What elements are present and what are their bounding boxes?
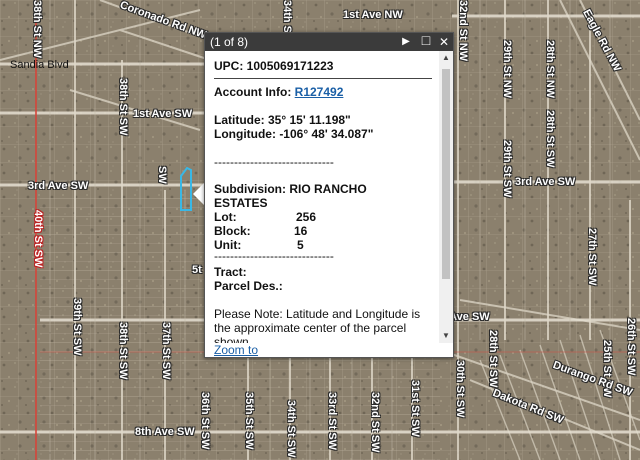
map-label-29th-st-sw: 29th St SW xyxy=(501,140,513,198)
popup-footer: Zoom to xyxy=(205,343,453,357)
popup-scrollbar[interactable]: ▲ ▼ xyxy=(439,51,453,343)
account-info-row: Account Info: R127492 xyxy=(214,85,343,99)
popup-title: (1 of 8) xyxy=(210,35,249,49)
tract-label: Tract: xyxy=(214,265,247,279)
map-label-33rd-st-sw: 33rd St SW xyxy=(326,392,338,451)
block-label: Block: xyxy=(214,224,251,238)
map-label-5th-fragment: 5t xyxy=(192,264,202,276)
map-label-34th-st-sw: 34th St SW xyxy=(285,400,297,458)
separator-text: ------------------------------ xyxy=(214,155,334,169)
scrollbar-thumb[interactable] xyxy=(442,69,450,279)
note-text: Please Note: Latitude and Longitude is xyxy=(214,307,421,321)
zoom-to-link[interactable]: Zoom to xyxy=(214,343,258,357)
map-label-28th-st-sw: 28th St SW xyxy=(487,330,499,388)
upc-text: UPC: 1005069171223 xyxy=(214,59,334,73)
map-label-32nd-st-sw: 32nd St SW xyxy=(369,392,381,453)
block-value: 16 xyxy=(294,224,308,238)
close-icon[interactable]: ✕ xyxy=(437,35,451,51)
subdivision-text: Subdivision: RIO RANCHO xyxy=(214,182,367,196)
map-label-40th-st-sw: 40th St SW xyxy=(32,210,44,268)
map-label-3rd-ave-sw-east: 3rd Ave SW xyxy=(515,176,576,188)
scroll-down-icon[interactable]: ▼ xyxy=(442,332,450,340)
divider xyxy=(214,78,432,79)
map-label-29th-st-nw: 29th St NW xyxy=(501,40,513,99)
map-label-1st-ave-sw: 1st Ave SW xyxy=(133,108,193,120)
map-label-3rd-ave-sw: 3rd Ave SW xyxy=(28,180,89,192)
map-label-31st-st-sw: 31st St SW xyxy=(409,380,421,437)
map-label-sw-fragment: SW xyxy=(156,166,168,184)
latitude-text: Latitude: 35° 15' 11.198" xyxy=(214,113,351,127)
map-label-37th-st-sw: 37th St SW xyxy=(160,322,172,380)
popup-header: (1 of 8) ▶ □ ✕ xyxy=(205,32,453,52)
map-label-38th-st-sw: 38th St SW xyxy=(117,322,129,380)
separator-text-2: ------------------------------ xyxy=(214,249,334,263)
map-label-8th-ave-sw: 8th Ave SW xyxy=(135,426,195,438)
parcel-info-popup: (1 of 8) ▶ □ ✕ UPC: 1005069171223 Accoun… xyxy=(204,32,454,358)
map-label-28th-st-nw: 28th St NW xyxy=(544,40,556,99)
account-info-label: Account Info: xyxy=(214,85,292,99)
note-text-3: shown. xyxy=(214,335,253,343)
lot-label: Lot: xyxy=(214,210,237,224)
map-label-27th-st-sw: 27th St SW xyxy=(586,228,598,286)
map-label-38th-st-sw-top: 38th St SW xyxy=(117,78,129,136)
map-label-39th-st-sw: 39th St SW xyxy=(71,298,83,356)
maximize-icon[interactable]: □ xyxy=(419,32,433,48)
lot-value: 256 xyxy=(296,210,317,224)
map-label-30th-st-sw: 30th St SW xyxy=(454,360,466,418)
scroll-up-icon[interactable]: ▲ xyxy=(442,54,450,62)
map-label-36th-st-sw: 36th St SW xyxy=(199,392,211,450)
subdivision-text-2: ESTATES xyxy=(214,196,268,210)
map-label-26th-st-sw: 26th St SW xyxy=(625,318,637,376)
account-link[interactable]: R127492 xyxy=(295,85,344,99)
popup-body[interactable]: UPC: 1005069171223 Account Info: R127492… xyxy=(205,51,439,343)
next-result-icon[interactable]: ▶ xyxy=(399,36,413,52)
map-label-35th-st-sw: 35th St SW xyxy=(243,392,255,450)
map-label-1st-ave-nw: 1st Ave NW xyxy=(343,9,403,21)
map-label-32nd-st-nw: 32nd St NW xyxy=(457,0,469,62)
note-text-2: the approximate center of the parcel xyxy=(214,321,407,335)
longitude-text: Longitude: -106° 48' 34.087" xyxy=(214,127,374,141)
parcel-des-label: Parcel Des.: xyxy=(214,279,283,293)
map-label-38th-st-nw: 38th St NW xyxy=(31,0,43,59)
map-label-sandia-blvd: Sandia Blvd xyxy=(10,59,69,71)
map-label-28th-st-sw-top: 28th St SW xyxy=(544,110,556,168)
